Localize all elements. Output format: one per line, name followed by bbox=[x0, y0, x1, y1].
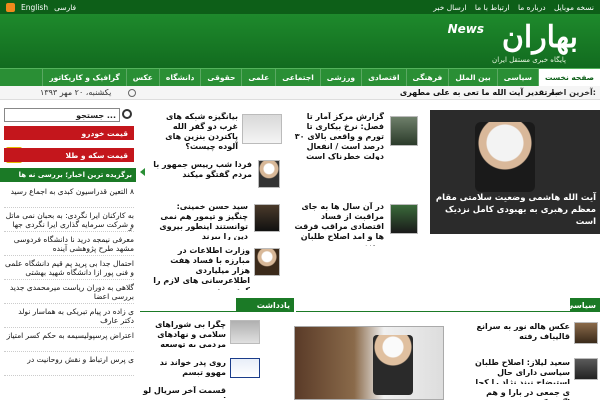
nav-economy[interactable]: اقتصادی bbox=[361, 68, 405, 87]
section-divider bbox=[140, 311, 236, 312]
news-thumbnail[interactable] bbox=[242, 114, 282, 144]
nav-sports[interactable]: ورزشی bbox=[319, 68, 361, 87]
list-item[interactable]: اعتراض پرسپولیسیمه به حکم کسر امتیاز bbox=[4, 328, 134, 352]
news-card[interactable]: بیانگیزه شبکه های غرب دو گفر الله پاکترد… bbox=[150, 110, 286, 156]
top-link-send-news[interactable]: ارسال خبر bbox=[433, 3, 466, 12]
politics-feature-image[interactable] bbox=[294, 326, 444, 400]
list-item[interactable]: ی پرس ارتباط و نقش روحانیت در bbox=[4, 352, 134, 376]
logo-subtitle: پایگاه خبری مستقل ایران bbox=[492, 56, 566, 64]
list-item[interactable]: ۸ التعین قدراسیون کبدی به اجماع رسید bbox=[4, 184, 134, 208]
list-item[interactable]: به کارکنان ایرا نگردی: به بحبان نمی ماتل… bbox=[4, 208, 134, 232]
news-card[interactable]: گزارش مرکز آمار تا فصل: نرخ بیکاری تا تو… bbox=[290, 110, 428, 160]
nav-international[interactable]: بین الملل bbox=[448, 68, 496, 87]
featured-photo[interactable] bbox=[475, 122, 535, 192]
main-nav: صفحه نخست سیاسی بین الملل فرهنگی اقتصادی… bbox=[0, 68, 600, 87]
nav-science[interactable]: علمی bbox=[241, 68, 275, 87]
lang-english-link[interactable]: English bbox=[21, 3, 48, 12]
current-date: یکشنبه، ۲۰ مهر ۱۳۹۳ bbox=[40, 88, 112, 97]
coin-price-button[interactable]: قیمت سکه و طلا bbox=[4, 148, 134, 162]
car-price-button[interactable]: قیمت خودرو bbox=[4, 126, 134, 140]
site-logo[interactable]: بهاران bbox=[502, 20, 578, 55]
nav-culture[interactable]: فرهنگی bbox=[405, 68, 449, 87]
search-input[interactable]: جستجو ... bbox=[4, 108, 120, 122]
news-title[interactable]: وزارت اطلاعات در مبارزه با فساد هفت هزار… bbox=[152, 246, 250, 290]
politics-thumbnail[interactable] bbox=[574, 322, 598, 344]
list-item[interactable]: معرفی نیمجه درید نا دانشگاه فردوسی مشهد … bbox=[4, 232, 134, 256]
nav-politics[interactable]: سیاسی bbox=[496, 68, 538, 87]
note-card[interactable]: قسمت آخر سریال لو ای bbox=[140, 386, 262, 400]
site-header: News بهاران پایگاه خبری مستقل ایران bbox=[0, 14, 600, 68]
flag-thumbnail[interactable] bbox=[230, 358, 260, 378]
top-bar: English فارسی نسخه موبایل درباره ما ارتب… bbox=[0, 0, 600, 14]
nav-home[interactable]: صفحه نخست bbox=[537, 68, 600, 87]
section-heading-politics[interactable]: سیاسی bbox=[566, 298, 600, 312]
politics-card[interactable]: عکس هاله نور به سرانع قالیباف رفته bbox=[474, 320, 600, 350]
feature-person-photo[interactable] bbox=[373, 335, 413, 395]
note-title[interactable]: روی پدر خواند ند مهوو تبسم bbox=[140, 358, 226, 380]
news-title[interactable]: سید حسن خمینی: چنگیز و تیمور هم نمی توان… bbox=[152, 202, 248, 240]
news-title[interactable]: گزارش مرکز آمار تا فصل: نرخ بیکاری تا تو… bbox=[290, 112, 384, 160]
top-link-about[interactable]: درباره ما bbox=[518, 3, 546, 12]
politics-title[interactable]: عکس هاله نور به سرانع قالیباف رفته bbox=[474, 322, 570, 348]
search-icon[interactable] bbox=[122, 109, 132, 119]
nav-photo[interactable]: عکس bbox=[125, 68, 159, 87]
news-ticker: آخرین اخبار: مه تقدیر آیت الله ما تعی به… bbox=[0, 86, 600, 100]
language-switch: English فارسی bbox=[6, 2, 76, 12]
note-title[interactable]: قسمت آخر سریال لو ای bbox=[140, 386, 226, 398]
logo-news-text[interactable]: News bbox=[448, 22, 484, 36]
news-thumbnail[interactable] bbox=[254, 204, 280, 232]
left-sidebar: جستجو ... قیمت خودرو قیمت سکه و طلا برگز… bbox=[0, 102, 136, 400]
news-card[interactable]: فردا شب رییس جمهور با مردم گفتگو میکند bbox=[150, 158, 286, 194]
featured-caption[interactable]: آیت الله هاشمی وضعیت سلامتی مقام معظم ره… bbox=[434, 192, 596, 228]
top-links: نسخه موبایل درباره ما ارتباط با ما ارسال… bbox=[427, 3, 594, 12]
note-thumbnail[interactable] bbox=[230, 320, 260, 344]
top-link-mobile[interactable]: نسخه موبایل bbox=[554, 3, 594, 12]
note-card[interactable]: چگرا بی شوراهای سلامی و نهادهای مردمی به… bbox=[140, 318, 262, 350]
news-thumbnail[interactable] bbox=[390, 116, 418, 146]
news-card[interactable]: سید حسن خمینی: چنگیز و تیمور هم نمی توان… bbox=[150, 200, 286, 240]
note-title[interactable]: چگرا بی شوراهای سلامی و نهادهای مردمی به… bbox=[140, 320, 226, 348]
news-card[interactable]: وزارت اطلاعات در مبارزه با فساد هفت هزار… bbox=[150, 244, 286, 290]
lang-farsi-link[interactable]: فارسی bbox=[54, 3, 76, 12]
politics-card[interactable]: ی جمعی در بارا و هم اگر ر کدی bbox=[474, 388, 600, 400]
section-divider bbox=[296, 311, 570, 312]
nav-university[interactable]: دانشگاه bbox=[158, 68, 200, 87]
latest-news-heading: برگزیده ترین اخبار؛ بررسی نه ها bbox=[0, 168, 136, 182]
nav-legal[interactable]: حقوقی bbox=[200, 68, 241, 87]
latest-news-list: ۸ التعین قدراسیون کبدی به اجماع رسید به … bbox=[4, 184, 134, 376]
politics-card[interactable]: سعید لیلاز: اصلاح طلبان سیاسی دارای حال … bbox=[474, 356, 600, 386]
politics-title[interactable]: سعید لیلاز: اصلاح طلبان سیاسی دارای حال … bbox=[474, 358, 570, 384]
politics-title[interactable]: ی جمعی در بارا و هم اگر ر کدی bbox=[474, 388, 570, 400]
news-thumbnail[interactable] bbox=[254, 248, 280, 276]
slider-arrow-icon[interactable] bbox=[140, 168, 145, 176]
politics-thumbnail[interactable] bbox=[574, 358, 598, 380]
list-item[interactable]: احتمال جدا بی پرید پم قیم دانشگاه علمی و… bbox=[4, 256, 134, 280]
nav-graphics[interactable]: گرافیک و کاریکاتور bbox=[42, 68, 125, 87]
news-thumbnail[interactable] bbox=[390, 204, 418, 234]
news-title[interactable]: بیانگیزه شبکه های غرب دو گفر الله پاکترد… bbox=[152, 112, 238, 156]
note-card[interactable]: روی پدر خواند ند مهوو تبسم bbox=[140, 356, 262, 382]
section-heading-notes[interactable]: یادداشت bbox=[236, 298, 294, 312]
nav-social[interactable]: اجتماعی bbox=[275, 68, 320, 87]
clock-icon bbox=[128, 89, 136, 97]
news-card[interactable]: در آن سال ها به جای مراقبت از فساد اقتصا… bbox=[290, 200, 428, 246]
ticker-headline[interactable]: مه تقدیر آیت الله ما تعی به علی مطهری bbox=[400, 88, 560, 97]
top-link-contact[interactable]: ارتباط با ما bbox=[475, 3, 510, 12]
list-item[interactable]: ی زاده در پیام تبریکی به هماسار نولد دکت… bbox=[4, 304, 134, 328]
list-item[interactable]: گلاهی به دوران ریاست میرمحمدی جدید بررسی… bbox=[4, 280, 134, 304]
featured-news[interactable]: آیت الله هاشمی وضعیت سلامتی مقام معظم ره… bbox=[430, 110, 600, 234]
news-title[interactable]: فردا شب رییس جمهور با مردم گفتگو میکند bbox=[152, 160, 252, 192]
rss-icon[interactable] bbox=[6, 2, 15, 12]
news-thumbnail[interactable] bbox=[258, 160, 280, 188]
news-title[interactable]: در آن سال ها به جای مراقبت از فساد اقتصا… bbox=[290, 202, 384, 246]
